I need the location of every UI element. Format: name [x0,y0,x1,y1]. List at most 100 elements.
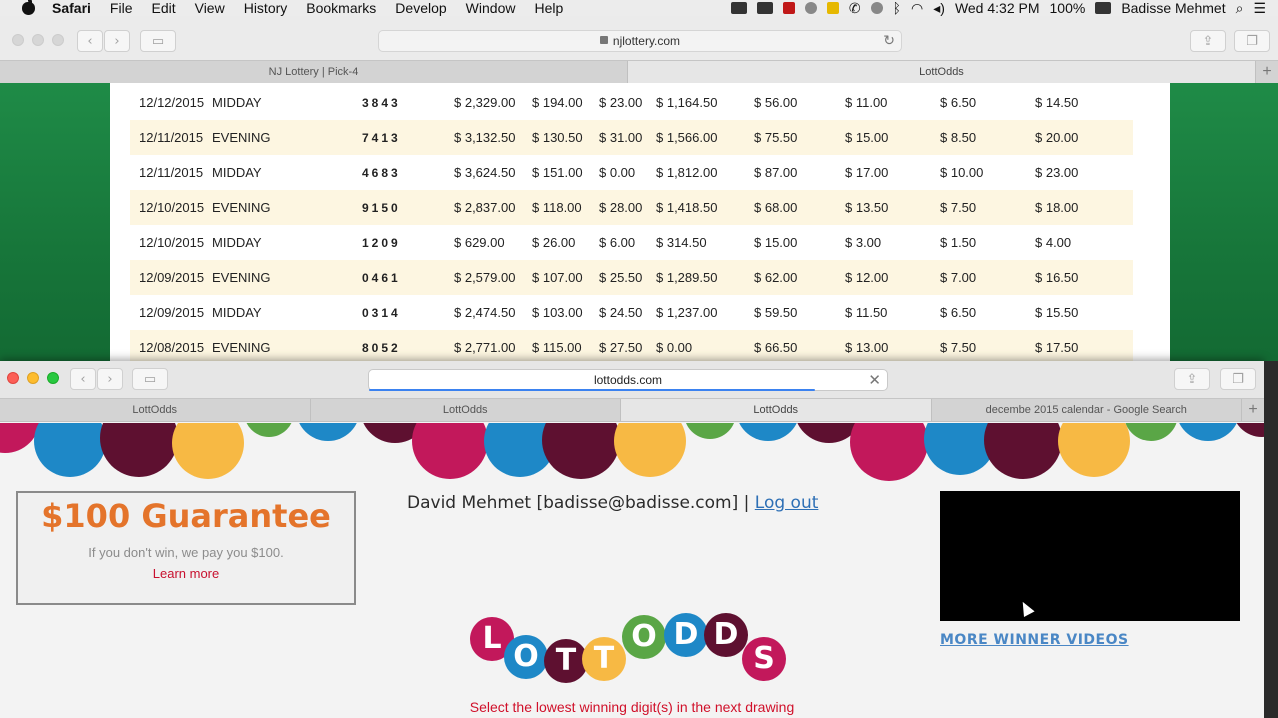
cell-draw: MIDDAY [212,305,262,320]
new-tab-icon[interactable]: + [1242,399,1264,421]
forward-button[interactable]: › [104,30,130,52]
cell-number: 3843 [362,95,401,110]
front-address-bar[interactable]: lottodds.com ✕ [368,369,888,391]
close-window-icon[interactable] [7,372,19,384]
stop-loading-icon[interactable]: ✕ [868,371,881,389]
menu-history[interactable]: History [244,0,288,16]
cell-m6: $ 11.00 [845,95,888,110]
bubble-decoration [614,423,686,477]
cell-date: 12/11/2015 [139,165,204,180]
show-tabs-button[interactable]: ❐ [1220,368,1256,390]
table-row: 12/09/2015 EVENING 0461 $ 2,579.00 $ 107.00 $… [130,260,1133,295]
menu-window[interactable]: Window [466,0,516,16]
bubble-decoration [100,423,178,477]
back-address-bar[interactable]: njlottery.com ↻ [378,30,902,52]
menu-app-safari[interactable]: Safari [52,0,91,16]
cell-m2: $ 194.00 [532,95,583,110]
more-winner-videos-link[interactable]: MORE WINNER VIDEOS [940,632,1129,648]
menu-bookmarks[interactable]: Bookmarks [306,0,376,16]
menu-file[interactable]: File [110,0,133,16]
cell-draw: MIDDAY [212,235,262,250]
forward-button[interactable]: › [97,368,123,390]
warning-icon[interactable] [826,2,839,14]
front-window-toolbar: ‹ › ▭ lottodds.com ✕ ⇪ ❐ [0,361,1264,398]
menu-edit[interactable]: Edit [151,0,175,16]
cell-m4: $ 1,237.00 [656,305,718,320]
cell-m3: $ 6.00 [599,235,636,250]
battery-icon[interactable] [1095,2,1112,14]
zoom-window-icon[interactable] [52,34,64,46]
cell-m6: $ 12.00 [845,270,889,285]
cell-m4: $ 1,164.50 [656,95,718,110]
bubble-decoration [1058,423,1130,477]
sidebar-toggle-button[interactable]: ▭ [132,368,168,390]
minimize-window-icon[interactable] [32,34,44,46]
back-window-toolbar: ‹ › ▭ njlottery.com ↻ ⇪ ❐ [0,16,1278,60]
tab-nj-lottery[interactable]: NJ Lottery | Pick-4 [0,61,628,83]
tab-lottodds-1[interactable]: LottOdds [0,399,311,421]
lottodds-page: $100 Guarantee If you don't win, we pay … [0,423,1264,718]
cell-m7: $ 6.50 [940,305,977,320]
cell-m5: $ 75.50 [754,130,798,145]
wifi-icon[interactable]: ◠ [911,0,923,16]
learn-more-link[interactable]: Learn more [153,566,219,581]
menu-develop[interactable]: Develop [395,0,446,16]
pick4-results-table: 12/12/2015 MIDDAY 3843 $ 2,329.00 $ 194.00 $ … [130,85,1133,361]
table-row: 12/12/2015 MIDDAY 3843 $ 2,329.00 $ 194.00 $ … [130,85,1133,120]
tab-lottodds-2[interactable]: LottOdds [311,399,621,421]
page-load-progress [369,389,815,391]
results-panel: 12/12/2015 MIDDAY 3843 $ 2,329.00 $ 194.00 $ … [110,83,1170,361]
dropbox-icon[interactable] [756,2,773,14]
sidebar-toggle-button[interactable]: ▭ [140,30,176,52]
bubble-decoration [736,423,800,441]
battery-percent[interactable]: 100% [1050,0,1086,16]
cell-m8: $ 23.00 [1035,165,1079,180]
phone-icon[interactable]: ✆ [849,0,861,16]
cell-m5: $ 59.50 [754,305,798,320]
front-window-controls [7,372,59,384]
user-menu[interactable]: Badisse Mehmet [1121,0,1225,16]
cell-m5: $ 62.00 [754,270,798,285]
time-machine-icon[interactable] [870,2,883,14]
cell-m5: $ 66.50 [754,340,798,355]
share-button[interactable]: ⇪ [1174,368,1210,390]
table-row: 12/08/2015 EVENING 8052 $ 2,771.00 $ 115.00 $… [130,330,1133,361]
sync-icon[interactable] [804,2,817,14]
cell-m2: $ 118.00 [532,200,582,215]
cell-m7: $ 7.00 [940,270,977,285]
app-red-icon[interactable] [782,2,795,14]
close-window-icon[interactable] [12,34,24,46]
winner-video-player[interactable] [940,491,1240,621]
tab-lottodds[interactable]: LottOdds [628,61,1256,83]
camera-icon[interactable] [730,2,747,14]
back-button[interactable]: ‹ [70,368,96,390]
logo-letter: S [742,637,786,681]
zoom-window-icon[interactable] [47,372,59,384]
cell-m6: $ 17.00 [845,165,889,180]
cell-draw: MIDDAY [212,95,262,110]
cell-m3: $ 27.50 [599,340,643,355]
clock[interactable]: Wed 4:32 PM [955,0,1040,16]
cell-draw: EVENING [212,130,271,145]
tab-lottodds-3[interactable]: LottOdds [621,399,932,421]
bubble-decoration [34,423,106,477]
reload-icon[interactable]: ↻ [883,33,895,49]
user-name-email: David Mehmet [badisse@badisse.com] | [407,493,750,513]
menu-view[interactable]: View [195,0,225,16]
logout-link[interactable]: Log out [755,493,819,513]
minimize-window-icon[interactable] [27,372,39,384]
menu-help[interactable]: Help [534,0,563,16]
share-button[interactable]: ⇪ [1190,30,1226,52]
volume-icon[interactable]: ◂) [933,0,945,16]
notification-center-icon[interactable]: ☰ [1253,0,1266,16]
tab-google-search[interactable]: decembe 2015 calendar - Google Search [932,399,1242,421]
bluetooth-icon[interactable]: ᛒ [893,0,901,16]
spotlight-search-icon[interactable]: ⌕ [1236,0,1244,16]
show-tabs-button[interactable]: ❐ [1234,30,1270,52]
back-button[interactable]: ‹ [77,30,103,52]
new-tab-icon[interactable]: + [1256,61,1278,83]
guarantee-box: $100 Guarantee If you don't win, we pay … [16,491,356,605]
cell-m6: $ 13.00 [845,340,889,355]
cell-m2: $ 107.00 [532,270,583,285]
apple-menu-icon[interactable] [20,0,38,15]
